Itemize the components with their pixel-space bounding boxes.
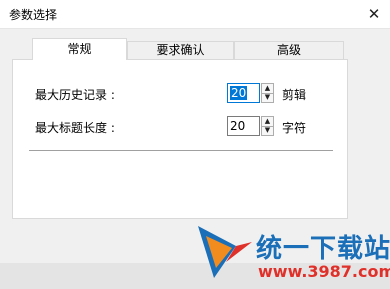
watermark-url: www.3987.com xyxy=(258,262,390,281)
spin-down-icon[interactable]: ▼ xyxy=(262,126,273,135)
tab-advanced[interactable]: 高级 xyxy=(234,41,344,59)
tab-advanced-label: 高级 xyxy=(276,43,301,57)
tab-general-label: 常规 xyxy=(67,42,92,56)
title-length-row: 最大标题长度 : 20 ▲ ▼ 字符 xyxy=(13,116,349,138)
watermark-logo-icon xyxy=(198,226,252,278)
history-row: 最大历史记录 : 20 ▲ ▼ 剪辑 xyxy=(13,83,349,105)
history-unit: 剪辑 xyxy=(282,88,307,102)
close-button[interactable]: ✕ xyxy=(358,0,390,28)
title-length-unit: 字符 xyxy=(282,121,307,135)
tab-confirm[interactable]: 要求确认 xyxy=(127,41,234,59)
title-length-spinner[interactable]: ▲ ▼ xyxy=(261,116,274,136)
watermark-name: 统一下载站 xyxy=(256,234,390,264)
history-spinner[interactable]: ▲ ▼ xyxy=(261,83,274,103)
title-length-value: 20 xyxy=(230,119,246,133)
history-input[interactable]: 20 xyxy=(227,83,260,103)
window-title: 参数选择 xyxy=(9,8,58,22)
history-value: 20 xyxy=(230,86,248,100)
title-length-label: 最大标题长度 : xyxy=(35,121,115,135)
close-icon: ✕ xyxy=(367,5,381,23)
separator-line xyxy=(29,150,333,151)
tab-confirm-label: 要求确认 xyxy=(156,43,205,57)
tab-strip: 常规 要求确认 高级 xyxy=(12,38,348,60)
tab-general[interactable]: 常规 xyxy=(32,38,127,60)
settings-panel: 最大历史记录 : 20 ▲ ▼ 剪辑 最大标题长度 : 20 ▲ ▼ 字符 xyxy=(12,59,348,219)
spin-down-icon[interactable]: ▼ xyxy=(262,93,273,102)
title-bar: 参数选择 ✕ xyxy=(0,0,390,29)
watermark: 统一下载站 www.3987.com xyxy=(196,214,390,289)
title-length-input[interactable]: 20 xyxy=(227,116,260,136)
history-label: 最大历史记录 : xyxy=(35,88,115,102)
